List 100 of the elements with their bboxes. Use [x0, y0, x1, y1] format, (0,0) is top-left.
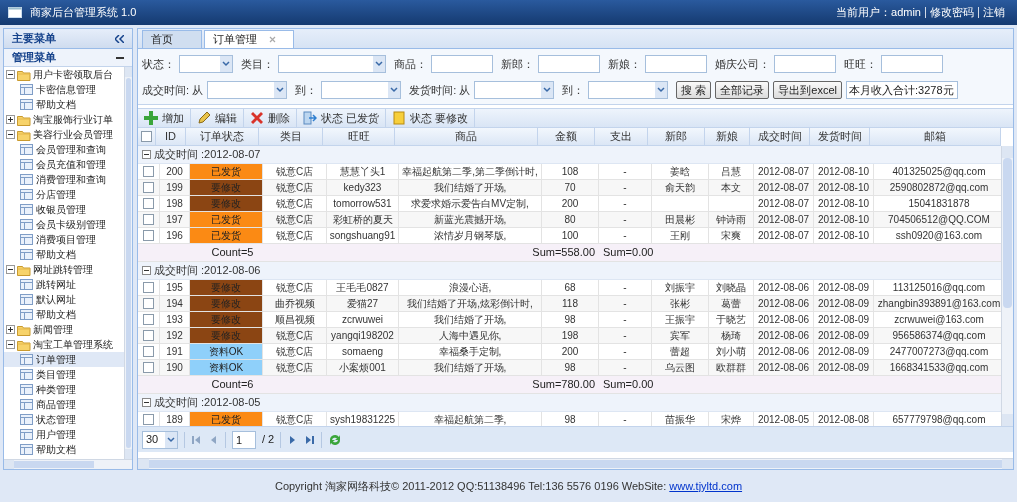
dropdown[interactable]	[588, 81, 669, 99]
table-cell-text: 198	[166, 197, 183, 211]
collapse-icon[interactable]	[6, 340, 15, 349]
filter-button[interactable]: 全部记录	[715, 81, 770, 99]
tree-item[interactable]: 帮助文档	[4, 442, 124, 457]
toolbar-button[interactable]: 增加	[138, 109, 191, 127]
column-header[interactable]: 金额	[555, 128, 577, 145]
tab[interactable]: 订单管理	[204, 30, 294, 48]
column-header[interactable]: 新娘	[716, 128, 738, 145]
checkbox[interactable]	[143, 414, 154, 425]
column-header[interactable]: 发货时间	[817, 128, 862, 145]
tree-item[interactable]: 帮助文档	[4, 307, 124, 322]
checkbox[interactable]	[143, 230, 154, 241]
collapse-icon[interactable]	[6, 130, 15, 139]
input-field[interactable]	[881, 55, 943, 73]
tree-item[interactable]: 分店管理	[4, 187, 124, 202]
column-header[interactable]: 支出	[610, 128, 632, 145]
tree-item[interactable]: 用户管理	[4, 427, 124, 442]
column-header[interactable]: 类目	[279, 128, 302, 145]
toolbar-button[interactable]: 删除	[244, 109, 297, 127]
tree-item[interactable]: 种类管理	[4, 382, 124, 397]
tree-item[interactable]: 网址跳转管理	[33, 262, 93, 277]
tab[interactable]: 首页	[142, 30, 202, 48]
dropdown[interactable]	[321, 81, 402, 99]
minus-icon[interactable]	[116, 56, 124, 59]
tree-item[interactable]: 状态管理	[4, 412, 124, 427]
checkbox[interactable]	[143, 330, 154, 341]
input-field[interactable]	[645, 55, 707, 73]
table-cell-text: 2012-08-06	[757, 297, 810, 311]
field-label: 到：	[562, 82, 585, 98]
input-field[interactable]	[774, 55, 836, 73]
checkbox[interactable]	[143, 166, 154, 177]
checkbox[interactable]	[143, 298, 154, 309]
checkbox[interactable]	[143, 282, 154, 293]
header-link[interactable]: 注销	[978, 7, 1009, 18]
close-icon[interactable]	[269, 36, 276, 43]
page-input[interactable]: 1	[232, 430, 256, 449]
page-size-dropdown[interactable]: 30	[142, 430, 178, 449]
filter-button[interactable]: 搜 索	[676, 81, 712, 99]
checkbox[interactable]	[143, 314, 154, 325]
website-link[interactable]: www.tjyltd.com	[669, 479, 743, 492]
tree-item[interactable]: 跳转网址	[4, 277, 124, 292]
tree-item[interactable]: 淘宝工单管理系统	[33, 337, 113, 352]
tree-item[interactable]: 会员充值和管理	[4, 157, 124, 172]
tree-item[interactable]: 会员管理和查询	[4, 142, 124, 157]
checkbox[interactable]	[143, 214, 154, 225]
collapse-icon[interactable]	[142, 266, 151, 275]
collapse-icon[interactable]	[142, 398, 151, 407]
checkbox[interactable]	[143, 198, 154, 209]
tree-item[interactable]: 类目管理	[4, 367, 124, 382]
tree-item[interactable]: 消费管理和查询	[4, 172, 124, 187]
checkbox[interactable]	[143, 182, 154, 193]
income-field[interactable]: 本月收入合计:3278元	[846, 81, 958, 99]
collapse-icon[interactable]	[6, 265, 15, 274]
tree-item[interactable]: 美容行业会员管理	[33, 127, 113, 142]
tree-item[interactable]: 收银员管理	[4, 202, 124, 217]
collapse-icon[interactable]	[6, 70, 15, 79]
plus-icon	[144, 111, 158, 125]
tree-item[interactable]: 卡密信息管理	[4, 82, 124, 97]
table-cell-text: 锐意C店	[275, 165, 314, 179]
collapse-icon[interactable]	[142, 150, 151, 159]
collapse-icon[interactable]	[115, 34, 124, 43]
column-header[interactable]: 成交时间	[757, 128, 802, 145]
column-header[interactable]: 订单状态	[200, 128, 244, 145]
dropdown[interactable]	[474, 81, 555, 99]
tree-item[interactable]: 帮助文档	[4, 97, 124, 112]
column-header[interactable]: 商品	[455, 128, 477, 145]
refresh-icon[interactable]	[328, 432, 343, 447]
table-cell-text: 顺昌视频	[274, 313, 315, 327]
toolbar-button[interactable]: 状态 已发货	[297, 109, 387, 127]
dropdown[interactable]	[278, 55, 386, 73]
dropdown[interactable]	[179, 55, 233, 73]
column-header[interactable]: ID	[165, 128, 176, 145]
filter-button[interactable]: 导出到excel	[773, 81, 842, 99]
tree-item[interactable]: 帮助文档	[4, 247, 124, 262]
toolbar-button[interactable]: 编辑	[191, 109, 244, 127]
last-page-icon[interactable]	[304, 433, 316, 446]
input-field[interactable]	[538, 55, 600, 73]
column-header[interactable]: 邮箱	[924, 128, 946, 145]
tree-item[interactable]: 消费项目管理	[4, 232, 124, 247]
checkbox[interactable]	[143, 346, 154, 357]
expand-icon[interactable]	[6, 325, 15, 334]
column-header[interactable]: 旺旺	[347, 128, 370, 145]
tree-item[interactable]: 用户卡密领取后台	[33, 67, 113, 82]
tree-item[interactable]: 默认网址	[4, 292, 124, 307]
tree-item[interactable]: 商品管理	[4, 397, 124, 412]
tree-item[interactable]: 新闻管理	[33, 322, 73, 337]
tree-item[interactable]: 会员卡级别管理	[4, 217, 124, 232]
dropdown[interactable]	[207, 81, 288, 99]
tree-item[interactable]: 订单管理	[4, 352, 124, 367]
tree-item[interactable]: 淘宝服饰行业订单	[33, 112, 113, 127]
checkbox[interactable]	[143, 362, 154, 373]
first-page-icon[interactable]	[191, 433, 202, 446]
checkbox[interactable]	[141, 131, 152, 142]
input-field[interactable]	[431, 55, 493, 73]
column-header[interactable]: 新郎	[665, 128, 687, 145]
toolbar-button[interactable]: 状态 要修改	[386, 109, 476, 127]
header-link[interactable]: 修改密码	[925, 7, 978, 18]
expand-icon[interactable]	[6, 115, 15, 124]
status-cell: 已发货	[190, 212, 263, 227]
